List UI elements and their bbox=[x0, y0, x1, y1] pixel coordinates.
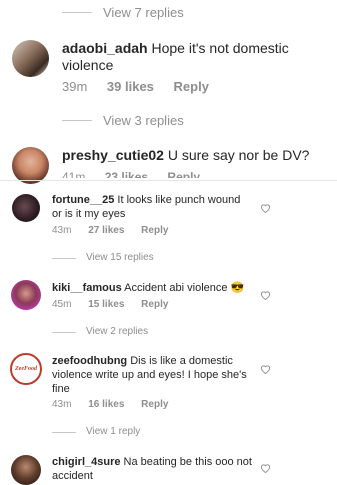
comment-likes[interactable]: 23 likes bbox=[105, 170, 148, 178]
view-replies-link[interactable]: View 15 replies bbox=[86, 252, 154, 263]
comment-text: or is it my eyes bbox=[52, 208, 126, 220]
comment-time: 39m bbox=[62, 79, 88, 94]
comment-time: 41m bbox=[62, 170, 86, 178]
comment-username[interactable]: adaobi_adah bbox=[62, 40, 148, 56]
reply-button[interactable]: Reply bbox=[141, 225, 168, 236]
comment-meta: 43m 16 likes Reply bbox=[52, 399, 168, 410]
view-replies-link[interactable]: View 1 reply bbox=[86, 426, 140, 437]
comment-username[interactable]: preshy_cutie02 bbox=[62, 147, 164, 163]
avatar[interactable] bbox=[12, 40, 49, 77]
comment-body: fortune__25 It looks like punch wound or… bbox=[52, 193, 262, 221]
replies-divider bbox=[52, 432, 76, 433]
comment-likes[interactable]: 27 likes bbox=[88, 225, 124, 236]
reply-button[interactable]: Reply bbox=[174, 79, 209, 94]
replies-divider bbox=[52, 332, 76, 333]
comment-text: violence bbox=[62, 57, 114, 73]
section-divider bbox=[0, 180, 337, 181]
comment-time: 43m bbox=[52, 399, 72, 410]
comment-text: Dis is like a domestic bbox=[130, 355, 233, 367]
comment-meta: 39m 39 likes Reply bbox=[62, 79, 209, 94]
comment-likes[interactable]: 16 likes bbox=[88, 399, 124, 410]
like-heart-icon[interactable] bbox=[260, 290, 272, 302]
avatar[interactable] bbox=[12, 147, 49, 184]
comment-time: 45m bbox=[52, 299, 72, 310]
emoji-sunglasses-icon: 😎 bbox=[230, 282, 245, 294]
comment-meta: 41m 23 likes Reply bbox=[62, 170, 200, 178]
avatar[interactable] bbox=[12, 194, 40, 222]
comment-text: U sure say nor be DV? bbox=[167, 147, 310, 163]
comment-text: Na beating be this ooo not bbox=[123, 456, 252, 468]
reply-button[interactable]: Reply bbox=[141, 299, 168, 310]
comment-username[interactable]: chigirl_4sure bbox=[52, 456, 120, 468]
comment-body: preshy_cutie02 U sure say nor be DV? bbox=[62, 147, 322, 164]
view-replies-link[interactable]: View 7 replies bbox=[103, 5, 184, 20]
comment-text: It looks like punch wound bbox=[117, 194, 241, 206]
like-heart-icon[interactable] bbox=[260, 364, 272, 376]
comment-text: violence write up and eyes! I hope she's bbox=[52, 369, 247, 381]
comment-body: kiki__famous Accident abi violence 😎 bbox=[52, 281, 262, 295]
view-replies-link[interactable]: View 2 replies bbox=[86, 326, 148, 337]
comment-body: chigirl_4sure Na beating be this ooo not… bbox=[52, 455, 262, 483]
comment-text: fine bbox=[52, 383, 70, 395]
replies-divider bbox=[62, 120, 92, 121]
like-heart-icon[interactable] bbox=[260, 203, 272, 215]
comment-likes[interactable]: 15 likes bbox=[88, 299, 124, 310]
comment-username[interactable]: zeefoodhubng bbox=[52, 355, 127, 367]
comment-username[interactable]: fortune__25 bbox=[52, 194, 114, 206]
replies-divider bbox=[52, 258, 76, 259]
comment-meta: 43m 27 likes Reply bbox=[52, 225, 168, 236]
comment-text: Hope it's not domestic bbox=[151, 40, 289, 56]
comment-meta: 45m 15 likes Reply bbox=[52, 299, 168, 310]
avatar[interactable]: ZeeFood bbox=[10, 353, 42, 385]
view-replies-link[interactable]: View 3 replies bbox=[103, 113, 184, 128]
avatar[interactable] bbox=[11, 280, 41, 310]
comment-username[interactable]: kiki__famous bbox=[52, 282, 122, 294]
comment-time: 43m bbox=[52, 225, 72, 236]
comment-likes[interactable]: 39 likes bbox=[107, 79, 154, 94]
avatar-logo-text: ZeeFood bbox=[15, 366, 37, 372]
avatar[interactable] bbox=[11, 455, 41, 485]
reply-button[interactable]: Reply bbox=[141, 399, 168, 410]
replies-divider bbox=[62, 12, 92, 13]
comment-text: Accident abi violence bbox=[124, 282, 228, 294]
comment-body: adaobi_adah Hope it's not domestic viole… bbox=[62, 40, 322, 74]
like-heart-icon[interactable] bbox=[260, 463, 272, 475]
comment-text: accident bbox=[52, 470, 93, 482]
comment-body: zeefoodhubng Dis is like a domestic viol… bbox=[52, 354, 262, 396]
reply-button[interactable]: Reply bbox=[167, 170, 200, 178]
